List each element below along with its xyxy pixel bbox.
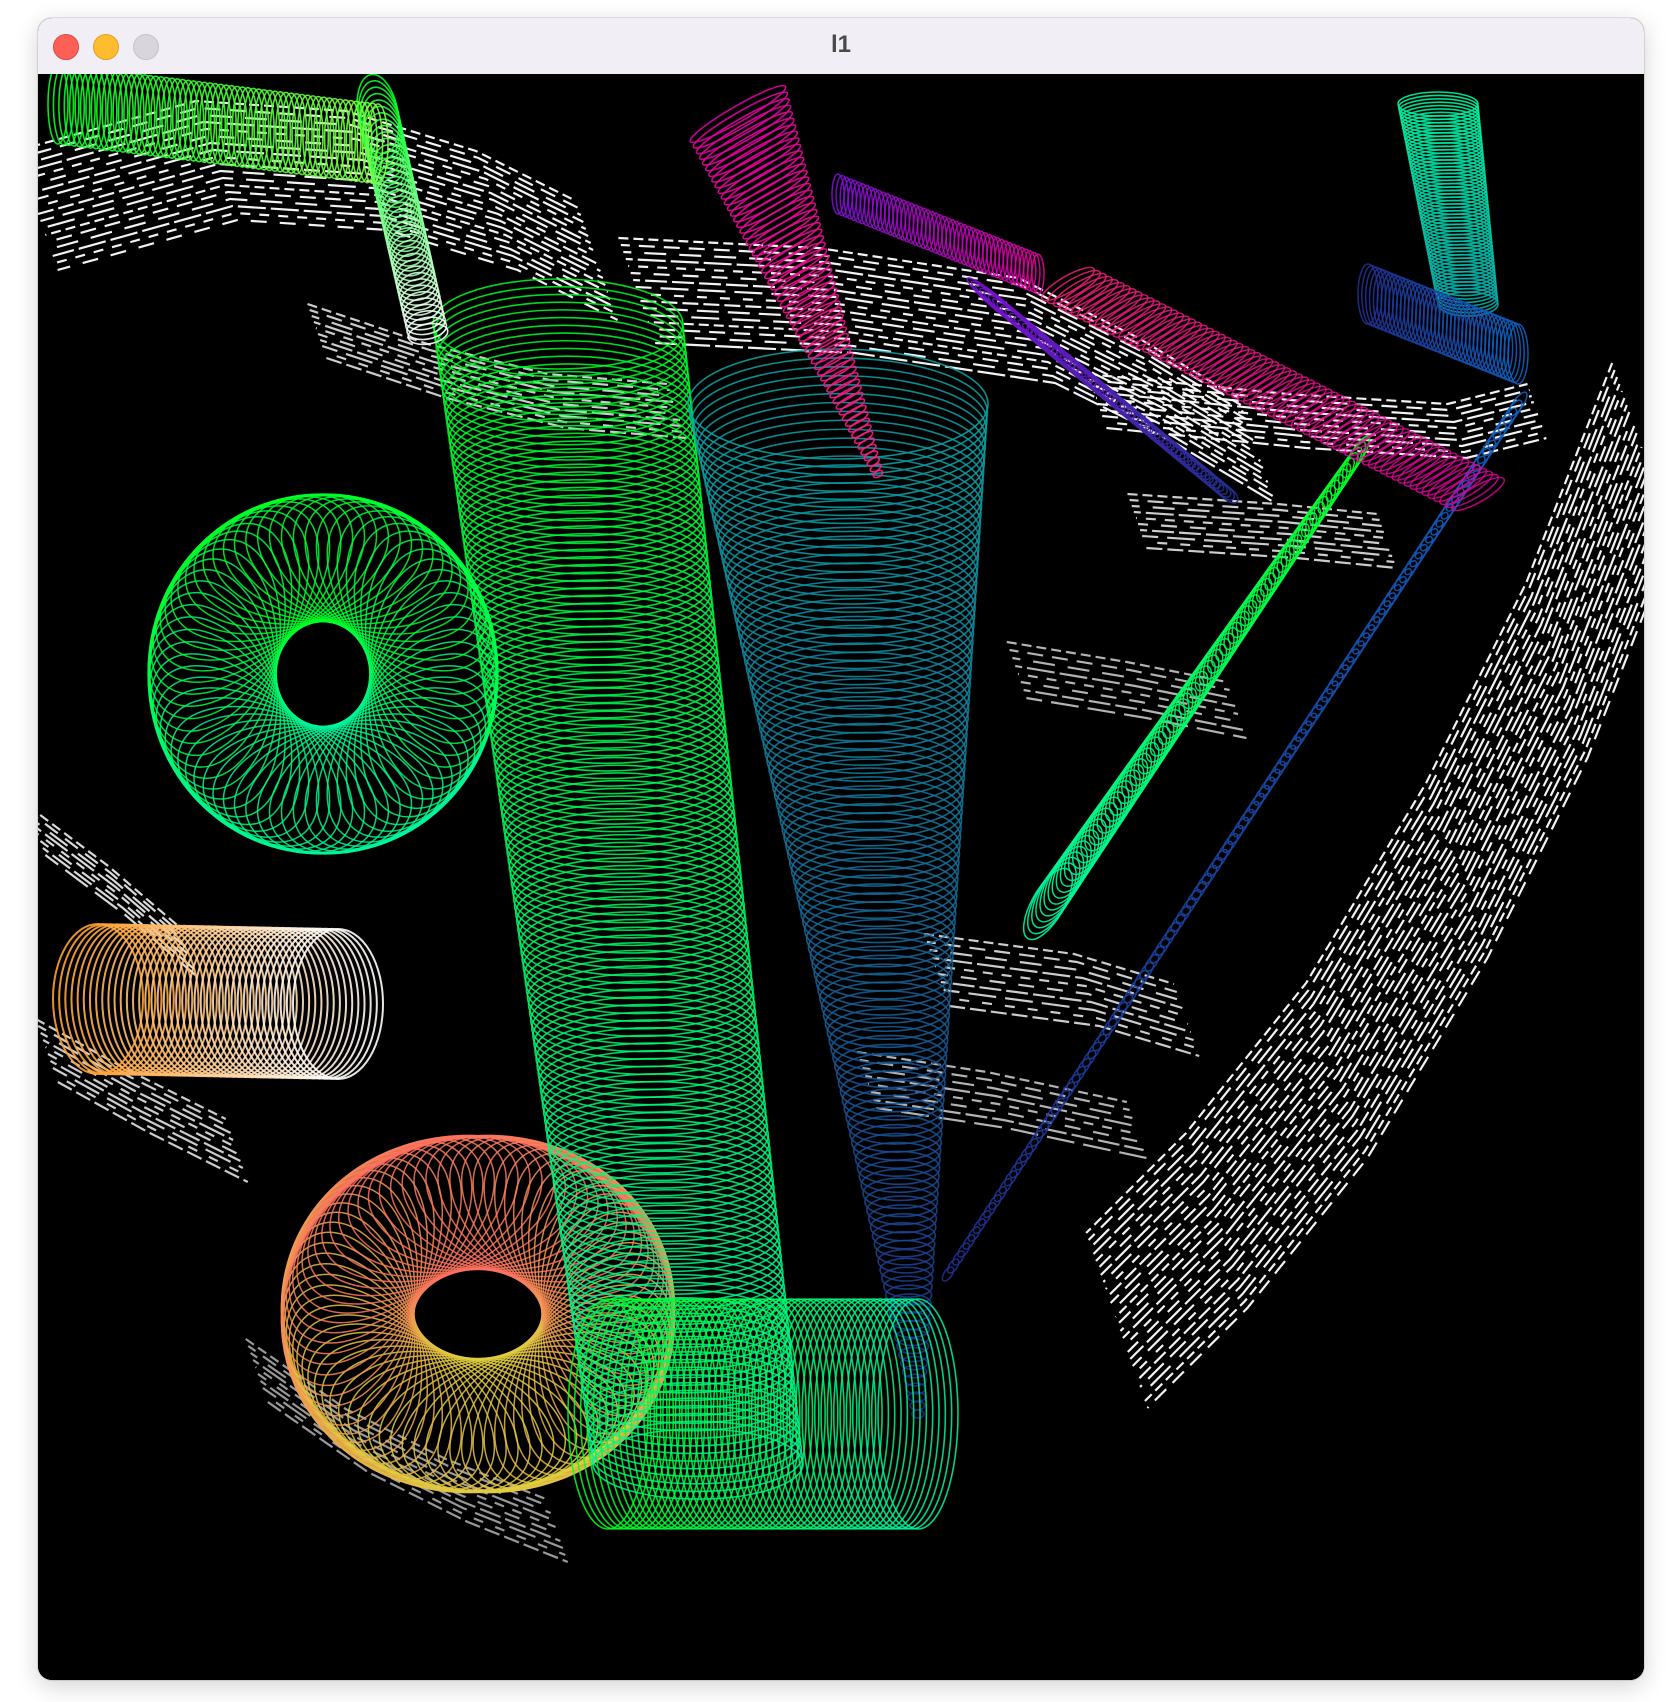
window-title: l1 xyxy=(830,31,851,58)
render-canvas[interactable] xyxy=(38,74,1644,1680)
app-window: l1 xyxy=(38,18,1644,1680)
title-bar[interactable]: l1 xyxy=(38,18,1644,75)
generative-art xyxy=(38,74,1644,1680)
